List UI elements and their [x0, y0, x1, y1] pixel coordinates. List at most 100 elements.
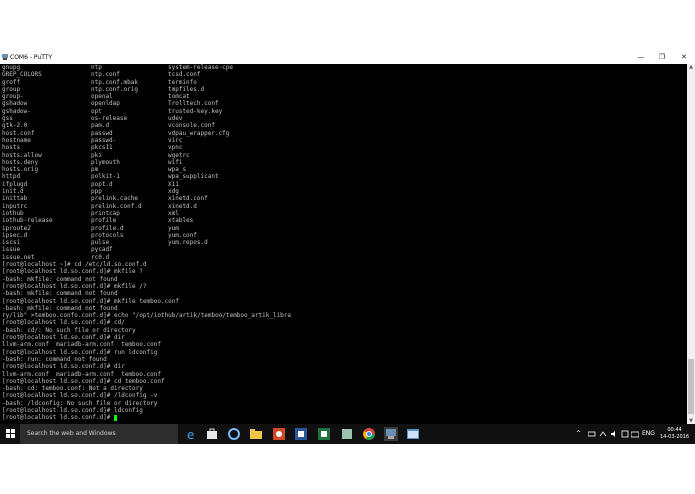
listing-entry: ntp.conf.mbak — [91, 78, 138, 86]
listing-entry: printcap — [91, 209, 120, 217]
close-button[interactable]: ✕ — [673, 51, 695, 64]
listing-entry: trusted-key.key — [168, 107, 223, 115]
terminal-line: [root@localhost ld.so.conf.d]# mkfile /? — [2, 282, 147, 290]
title-bar[interactable]: COM6 - PuTTY — ❐ ✕ — [0, 51, 695, 64]
terminal-output[interactable]: gnupg GREP_COLORS groff group group-gshadow g… — [0, 64, 687, 424]
cortana-icon[interactable] — [227, 427, 241, 441]
windows-start-icon[interactable] — [6, 429, 15, 438]
listing-entry: openal — [91, 93, 113, 101]
search-placeholder: Search the web and Windows — [27, 430, 116, 437]
putty-window: COM6 - PuTTY — ❐ ✕ gnupg GREP_COLORS groff… — [0, 51, 695, 424]
scroll-up-arrow-icon[interactable]: ▲ — [687, 64, 695, 70]
listing-entry: prelink.conf.d — [91, 202, 142, 210]
language-indicator[interactable]: ENG — [642, 430, 655, 437]
listing-entry: wpa_supplicant — [168, 173, 219, 181]
listing-entry: terminfo — [168, 78, 197, 86]
listing-entry: vpnc — [168, 144, 183, 152]
listing-entry: init.d — [2, 188, 24, 196]
listing-entry: xml — [168, 209, 179, 217]
file-explorer-icon[interactable] — [249, 427, 263, 441]
listing-entry: xinetd.conf — [168, 195, 208, 203]
terminal-line: [root@localhost ld.so.conf.d]# mkfile te… — [2, 297, 180, 305]
listing-entry: pycadf — [91, 246, 113, 254]
terminal-line: [root@localhost ld.so.conf.d]# cd temboo… — [2, 377, 165, 385]
terminal-line: -bash: mkfile: command not found — [2, 275, 118, 283]
listing-entry: opt — [91, 107, 102, 115]
minimize-button[interactable]: — — [630, 51, 652, 64]
listing-entry: rc0.d — [91, 253, 110, 261]
terminal-line: [root@localhost ld.so.conf.d]# /ldconfig… — [2, 392, 158, 400]
listing-entry: ipsec.d — [2, 231, 28, 239]
edge-icon[interactable]: e — [184, 427, 198, 441]
word-icon[interactable] — [294, 427, 308, 441]
listing-entry: pm — [91, 166, 99, 174]
powerpoint-icon[interactable] — [272, 427, 286, 441]
listing-entry: GREP_COLORS — [2, 71, 42, 79]
listing-entry: gnupg — [2, 64, 21, 71]
vertical-scrollbar[interactable]: ▲ ▼ — [687, 64, 695, 424]
notification-icon[interactable] — [621, 430, 629, 438]
app-icon[interactable] — [340, 427, 354, 441]
tray-chevron-icon[interactable]: ^ — [576, 430, 581, 437]
listing-entry: os-release — [91, 115, 128, 123]
listing-entry: pulse — [91, 239, 110, 247]
listing-entry: xtables — [168, 217, 194, 225]
maximize-button[interactable]: ❐ — [651, 51, 673, 64]
terminal-line: -bash: cd: temboo.conf: Not a directory — [2, 385, 143, 393]
terminal-line: [root@localhost ld.so.conf.d]# mkfile ? — [2, 268, 143, 276]
store-icon[interactable] — [205, 427, 219, 441]
listing-entry: wpa_s — [168, 166, 187, 174]
keyboard-icon[interactable] — [631, 430, 639, 438]
listing-entry: httpd — [2, 173, 21, 181]
system-clock[interactable]: 00:44 14-03-2016 — [660, 427, 689, 441]
listing-entry: iscsi — [2, 239, 21, 247]
listing-entry: iproute2 — [2, 224, 31, 232]
listing-entry: issue — [2, 246, 21, 254]
battery-icon[interactable] — [588, 430, 596, 438]
terminal-line: [root@localhost ld.so.conf.d]# ldconfig — [2, 407, 143, 415]
listing-entry: group — [2, 85, 21, 93]
putty-icon[interactable] — [384, 427, 398, 441]
window-title: COM6 - PuTTY — [10, 54, 53, 61]
terminal-line: [root@localhost ld.so.conf.d]# dir — [2, 334, 125, 342]
listing-entry: host.conf — [2, 129, 35, 137]
terminal-line: -bash: /ldconfig: No such file or direct… — [2, 399, 158, 407]
text-cursor — [113, 414, 117, 421]
excel-icon[interactable] — [317, 427, 331, 441]
terminal-line: -bash: cd/: No such file or directory — [2, 326, 136, 334]
listing-entry: groff — [2, 78, 21, 86]
command-history: [root@localhost ~]# cd /etc/ld.so.conf.d… — [2, 261, 291, 422]
terminal-line: [root@localhost ld.so.conf.d]# cd/ — [2, 319, 125, 327]
listing-entry: vdpau_wrapper.cfg — [168, 129, 230, 137]
listing-entry: tcsd.conf — [168, 71, 201, 79]
chrome-icon[interactable] — [362, 427, 376, 441]
listing-entry: hosts.orig — [2, 166, 39, 174]
listing-entry: group- — [2, 93, 24, 101]
clock-date: 14-03-2016 — [660, 434, 690, 440]
listing-entry: gss — [2, 115, 13, 123]
listing-column-2: ntp ntp.conf ntp.conf.mbak ntp.conf.orig ope… — [91, 64, 142, 261]
listing-entry: polkit-1 — [91, 173, 120, 181]
terminal-line: [root@localhost ld.so.conf.d]# run ldcon… — [2, 348, 158, 356]
listing-entry: ntp.conf — [91, 71, 120, 79]
clock-time: 00:44 — [667, 427, 682, 433]
listing-entry: protocols — [91, 231, 124, 239]
volume-icon[interactable] — [610, 430, 618, 438]
scrollbar-thumb[interactable] — [688, 359, 694, 414]
listing-entry: xdg — [168, 188, 179, 196]
search-box[interactable]: Search the web and Windows — [20, 424, 178, 444]
listing-entry: ifplugd — [2, 180, 28, 188]
window-icon[interactable] — [406, 427, 420, 441]
terminal-line: ry/lib" >temboo.confo.conf.d]# echo "/op… — [2, 312, 291, 320]
listing-entry: X11 — [168, 180, 179, 188]
listing-entry: gtk-2.0 — [2, 122, 28, 130]
listing-entry: pam.d — [91, 122, 110, 130]
listing-entry: inputrc — [2, 202, 28, 210]
network-icon[interactable] — [599, 430, 607, 438]
listing-entry: hosts.deny — [2, 158, 39, 166]
terminal-line: llvm-arm.conf mariadb-arm.conf temboo.co… — [2, 370, 161, 378]
svg-text:e: e — [187, 428, 194, 441]
listing-entry: popt.d — [91, 180, 113, 188]
listing-entry: gshadow- — [2, 107, 31, 115]
terminal-line: llvm-arm.conf mariadb-arm.conf temboo.co… — [2, 341, 161, 349]
